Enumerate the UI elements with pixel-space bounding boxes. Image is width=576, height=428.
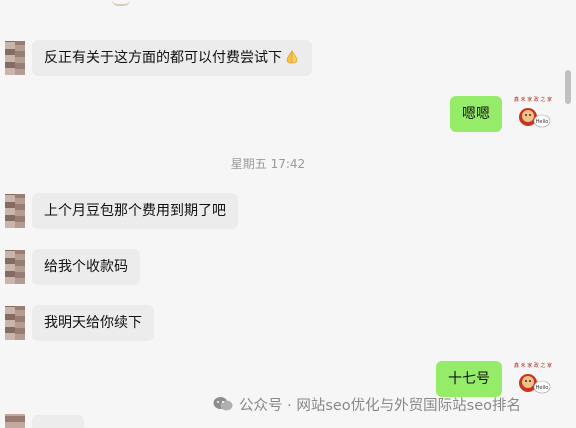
message-text: 给我个收款码: [44, 259, 128, 275]
partial-message-below: [32, 415, 84, 428]
wechat-official-account-icon: [213, 397, 233, 411]
watermark-text: 公众号 · 网站seo优化与外贸国际站seo排名: [239, 397, 522, 414]
watermark: 公众号 · 网站seo优化与外贸国际站seo排名: [213, 393, 521, 415]
message-bubble-received[interactable]: 我明天给你续下: [32, 305, 154, 341]
partial-message-above: [112, 0, 130, 6]
scrollbar-thumb[interactable]: [565, 70, 571, 104]
my-avatar[interactable]: 鑫 禾 家 政 之 家 Hello: [514, 94, 552, 132]
message-bubble-received[interactable]: 给我个收款码: [32, 249, 140, 285]
message-bubble-sent[interactable]: 十七号: [436, 361, 502, 397]
message-text: 上个月豆包那个费用到期了吧: [44, 203, 226, 219]
message-text: 嗯嗯: [462, 106, 490, 122]
message-text: 反正有关于这方面的都可以付费尝试下: [44, 50, 282, 66]
svg-text:Hello: Hello: [536, 385, 549, 391]
contact-avatar[interactable]: [5, 41, 25, 75]
svg-text:鑫 禾 家 政 之 家: 鑫 禾 家 政 之 家: [514, 362, 552, 369]
folded-hands-icon: [286, 50, 298, 64]
contact-avatar[interactable]: [5, 194, 25, 228]
svg-text:鑫 禾 家 政 之 家: 鑫 禾 家 政 之 家: [514, 96, 552, 103]
message-bubble-received[interactable]: 反正有关于这方面的都可以付费尝试下: [32, 40, 312, 76]
message-bubble-received[interactable]: 上个月豆包那个费用到期了吧: [32, 193, 238, 229]
contact-avatar[interactable]: [5, 250, 25, 284]
message-timestamp: 星期五 17:42: [230, 157, 306, 171]
scrollbar-track[interactable]: [561, 0, 572, 428]
svg-text:Hello: Hello: [536, 119, 549, 125]
message-bubble-sent[interactable]: 嗯嗯: [450, 96, 502, 132]
contact-avatar[interactable]: [5, 306, 25, 340]
contact-avatar[interactable]: [5, 414, 25, 428]
logo-avatar-icon: 鑫 禾 家 政 之 家 Hello: [514, 96, 552, 128]
message-text: 我明天给你续下: [44, 315, 142, 331]
message-text: 十七号: [448, 371, 490, 387]
chat-window[interactable]: 反正有关于这方面的都可以付费尝试下 嗯嗯 鑫 禾 家 政 之 家 Hello 星…: [0, 0, 576, 428]
